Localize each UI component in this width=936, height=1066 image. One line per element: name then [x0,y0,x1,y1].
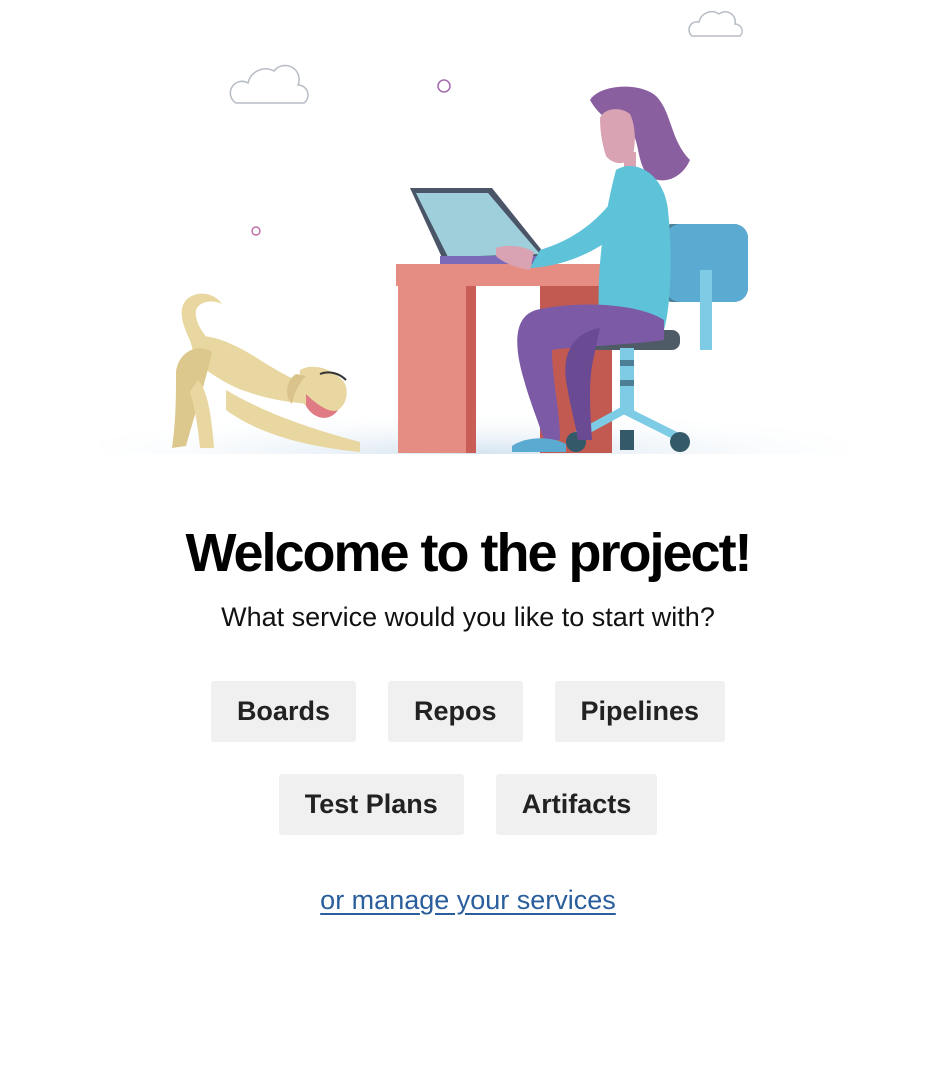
manage-services-container: or manage your services [0,882,936,918]
boards-button[interactable]: Boards [210,681,356,742]
repos-button[interactable]: Repos [387,681,523,742]
service-buttons-row: Test Plans Artifacts [0,774,936,835]
cloud-icon [229,64,309,104]
page-subtitle: What service would you like to start wit… [221,602,715,632]
cloud-icon [688,11,743,37]
manage-services-link[interactable]: or manage your services [320,885,616,915]
welcome-illustration [0,0,936,470]
decor-circle-icon [251,226,261,236]
service-buttons-row: Boards Repos Pipelines [0,681,936,742]
pipelines-button[interactable]: Pipelines [554,681,726,742]
test-plans-button[interactable]: Test Plans [278,774,464,835]
page-title: Welcome to the project! [185,523,752,583]
decor-circle-icon [437,79,451,93]
artifacts-button[interactable]: Artifacts [495,774,658,835]
